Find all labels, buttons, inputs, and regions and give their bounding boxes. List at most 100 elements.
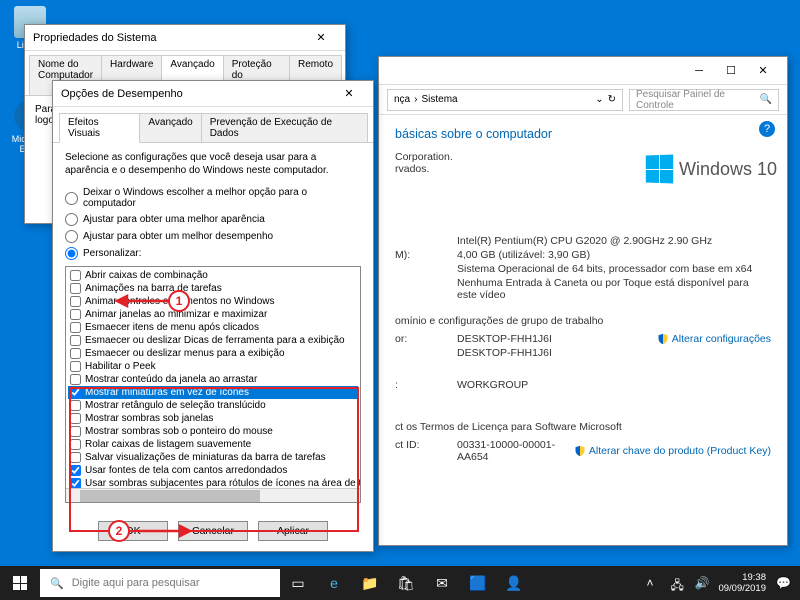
volume-icon[interactable]: 🔊: [694, 576, 708, 590]
radio-let-windows[interactable]: Deixar o Windows escolher a melhor opção…: [65, 187, 361, 209]
system-type-value: Sistema Operacional de 64 bits, processa…: [457, 263, 771, 275]
explorer-icon[interactable]: 📁: [352, 566, 388, 600]
effect-checkbox[interactable]: [70, 296, 81, 307]
effect-checkbox-row[interactable]: Esmaecer ou deslizar Dicas de ferramenta…: [68, 334, 358, 347]
pen-touch-value: Nenhuma Entrada à Caneta ou por Toque es…: [457, 277, 771, 301]
search-placeholder: Digite aqui para pesquisar: [72, 577, 200, 589]
toolbar: nça› Sistema ⌄↻ Pesquisar Painel de Cont…: [379, 85, 787, 115]
radio-custom[interactable]: Personalizar:: [65, 247, 361, 260]
effect-checkbox-row[interactable]: Mostrar retângulo de seleção translúcido: [68, 399, 358, 412]
effect-label: Animações na barra de tarefas: [85, 283, 222, 294]
processor-value: Intel(R) Pentium(R) CPU G2020 @ 2.90GHz …: [457, 235, 771, 247]
effect-checkbox-row[interactable]: Mostrar sombras sob o ponteiro do mouse: [68, 425, 358, 438]
page-heading: básicas sobre o computador: [395, 127, 771, 141]
effect-checkbox[interactable]: [70, 452, 81, 463]
workgroup-value: WORKGROUP: [457, 379, 771, 391]
system-tray: ˄ 🖧 🔊 19:38 09/09/2019 💬: [636, 572, 800, 595]
search-icon: 🔍: [50, 577, 64, 590]
effect-checkbox[interactable]: [70, 465, 81, 476]
effect-checkbox-row[interactable]: Mostrar sombras sob janelas: [68, 412, 358, 425]
mail-icon[interactable]: ✉: [424, 566, 460, 600]
radio-best-performance[interactable]: Ajustar para obter um melhor desempenho: [65, 230, 361, 243]
close-button[interactable]: ✕: [305, 27, 337, 49]
effect-checkbox-row[interactable]: Animar janelas ao minimizar e maximizar: [68, 308, 358, 321]
effect-checkbox[interactable]: [70, 309, 81, 320]
titlebar[interactable]: Propriedades do Sistema ✕: [25, 25, 345, 51]
effect-checkbox-row[interactable]: Esmaecer ou deslizar menus para a exibiç…: [68, 347, 358, 360]
start-button[interactable]: [0, 566, 40, 600]
change-product-key-link[interactable]: Alterar chave do produto (Product Key): [574, 439, 771, 463]
window-title: Propriedades do Sistema: [33, 32, 305, 44]
effect-checkbox[interactable]: [70, 374, 81, 385]
chevron-up-icon[interactable]: ˄: [646, 576, 660, 590]
section-heading: omínio e configurações de grupo de traba…: [395, 315, 771, 327]
tab-advanced[interactable]: Avançado: [139, 113, 201, 142]
radio-best-appearance[interactable]: Ajustar para obter uma melhor aparência: [65, 213, 361, 226]
notifications-icon[interactable]: 💬: [776, 576, 790, 590]
effect-label: Esmaecer ou deslizar Dicas de ferramenta…: [85, 335, 345, 346]
effect-label: Mostrar miniaturas em vez de ícones: [85, 387, 249, 398]
horizontal-scrollbar[interactable]: [66, 488, 360, 502]
effect-checkbox-row[interactable]: Salvar visualizações de miniaturas da ba…: [68, 451, 358, 464]
effect-checkbox-row[interactable]: Animações na barra de tarefas: [68, 282, 358, 295]
effect-checkbox[interactable]: [70, 270, 81, 281]
clock[interactable]: 19:38 09/09/2019: [718, 572, 766, 595]
window-title: Opções de Desempenho: [61, 88, 333, 100]
cancel-button[interactable]: Cancelar: [178, 521, 248, 541]
effect-checkbox[interactable]: [70, 400, 81, 411]
app-icon[interactable]: 🟦: [460, 566, 496, 600]
effect-checkbox[interactable]: [70, 335, 81, 346]
edge-icon[interactable]: e: [316, 566, 352, 600]
app-icon[interactable]: 👤: [496, 566, 532, 600]
tab-dep[interactable]: Prevenção de Execução de Dados: [201, 113, 368, 142]
effect-checkbox-row[interactable]: Animar controles e elementos no Windows: [68, 295, 358, 308]
ok-button[interactable]: OK: [98, 521, 168, 541]
effect-checkbox-row[interactable]: Mostrar miniaturas em vez de ícones: [68, 386, 358, 399]
effects-listbox[interactable]: Abrir caixas de combinação Animações na b…: [65, 266, 361, 503]
shield-icon: [657, 333, 669, 345]
search-icon: 🔍: [760, 94, 772, 105]
effect-checkbox[interactable]: [70, 387, 81, 398]
effect-checkbox[interactable]: [70, 322, 81, 333]
activation-text: ct os Termos de Licença para Software Mi…: [395, 421, 771, 433]
effect-label: Salvar visualizações de miniaturas da ba…: [85, 452, 326, 463]
effect-label: Mostrar sombras sob o ponteiro do mouse: [85, 426, 273, 437]
apply-button[interactable]: Aplicar: [258, 521, 328, 541]
task-view-icon[interactable]: ▭: [280, 566, 316, 600]
network-icon[interactable]: 🖧: [670, 576, 684, 590]
effect-checkbox-row[interactable]: Rolar caixas de listagem suavemente: [68, 438, 358, 451]
titlebar[interactable]: ─ ☐ ✕: [379, 57, 787, 85]
effect-checkbox-row[interactable]: Mostrar conteúdo da janela ao arrastar: [68, 373, 358, 386]
effect-checkbox[interactable]: [70, 413, 81, 424]
effect-label: Animar janelas ao minimizar e maximizar: [85, 309, 267, 320]
taskbar: 🔍 Digite aqui para pesquisar ▭ e 📁 🛍 ✉ 🟦…: [0, 566, 800, 600]
help-icon[interactable]: ?: [759, 121, 775, 137]
windows-icon: [13, 576, 27, 590]
store-icon[interactable]: 🛍: [388, 566, 424, 600]
effect-checkbox[interactable]: [70, 348, 81, 359]
effect-label: Mostrar retângulo de seleção translúcido: [85, 400, 266, 411]
titlebar[interactable]: Opções de Desempenho ✕: [53, 81, 373, 107]
effect-checkbox[interactable]: [70, 439, 81, 450]
effect-checkbox[interactable]: [70, 426, 81, 437]
effect-checkbox-row[interactable]: Abrir caixas de combinação: [68, 269, 358, 282]
effect-checkbox-row[interactable]: Esmaecer itens de menu após clicados: [68, 321, 358, 334]
maximize-button[interactable]: ☐: [715, 60, 747, 82]
search-input[interactable]: Pesquisar Painel de Controle 🔍: [629, 89, 779, 111]
effect-checkbox-row[interactable]: Usar fontes de tela com cantos arredonda…: [68, 464, 358, 477]
performance-options-dialog: Opções de Desempenho ✕ Efeitos Visuais A…: [52, 80, 374, 552]
close-button[interactable]: ✕: [747, 60, 779, 82]
effect-checkbox[interactable]: [70, 361, 81, 372]
effect-label: Abrir caixas de combinação: [85, 270, 208, 281]
change-settings-link[interactable]: Alterar configurações: [657, 333, 771, 345]
minimize-button[interactable]: ─: [683, 60, 715, 82]
close-button[interactable]: ✕: [333, 83, 365, 105]
tab-visual-effects[interactable]: Efeitos Visuais: [59, 113, 140, 143]
taskbar-search[interactable]: 🔍 Digite aqui para pesquisar: [40, 569, 280, 597]
breadcrumb[interactable]: nça› Sistema ⌄↻: [387, 89, 623, 111]
effect-label: Esmaecer itens de menu após clicados: [85, 322, 259, 333]
effect-label: Usar fontes de tela com cantos arredonda…: [85, 465, 287, 476]
effect-checkbox-row[interactable]: Habilitar o Peek: [68, 360, 358, 373]
search-placeholder: Pesquisar Painel de Controle: [636, 89, 756, 111]
effect-checkbox[interactable]: [70, 283, 81, 294]
